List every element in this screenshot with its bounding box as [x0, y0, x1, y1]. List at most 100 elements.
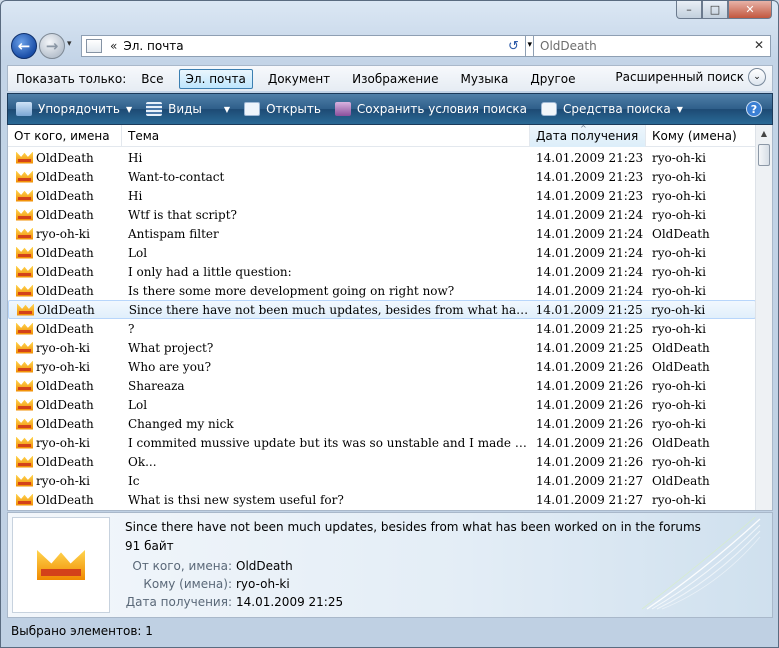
- back-button[interactable]: ←: [11, 33, 37, 59]
- details-from: От кого, имена: OldDeath: [125, 557, 343, 575]
- cell-from-text: OldDeath: [36, 283, 94, 298]
- column-header-to[interactable]: Кому (имена): [646, 125, 756, 147]
- details-to: Кому (имена): ryo-oh-ki: [125, 575, 343, 593]
- cell-date: 14.01.2009 21:23: [536, 150, 644, 165]
- search-tools-icon: [541, 102, 558, 116]
- cell-to: ryo-oh-ki: [652, 245, 706, 260]
- cell-subject: Shareaza: [128, 378, 185, 393]
- table-row[interactable]: ryo-oh-ki Antispam filter 14.01.2009 21:24…: [8, 224, 756, 243]
- table-row[interactable]: OldDeath I only had a little question: 14.…: [8, 262, 756, 281]
- chevron-down-icon: ⌄: [748, 68, 766, 86]
- filter-all[interactable]: Все: [134, 69, 170, 89]
- breadcrumb-overflow[interactable]: «: [110, 39, 117, 53]
- open-button[interactable]: Открыть: [244, 102, 321, 116]
- table-row[interactable]: ryo-oh-ki I commited mussive update but i…: [8, 433, 756, 452]
- cell-subject: Lol: [128, 245, 148, 260]
- dropdown-arrow-icon: ▼: [676, 104, 683, 114]
- close-button[interactable]: ✕: [728, 1, 772, 19]
- details-from-label: От кого, имена:: [132, 559, 232, 573]
- filter-image[interactable]: Изображение: [345, 69, 445, 89]
- cell-to: ryo-oh-ki: [652, 416, 706, 431]
- details-from-value[interactable]: OldDeath: [236, 559, 293, 573]
- table-row[interactable]: OldDeath What is thsi new system useful f…: [8, 490, 756, 509]
- column-header-from[interactable]: От кого, имена: [8, 125, 122, 147]
- table-row[interactable]: OldDeath Hi 14.01.2009 21:23 ryo-oh-ki: [8, 186, 756, 205]
- maximize-button[interactable]: □: [702, 1, 728, 19]
- message-icon: [16, 189, 33, 202]
- cell-from: ryo-oh-ki: [8, 227, 122, 241]
- table-row[interactable]: OldDeath Wtf is that script? 14.01.2009 21…: [8, 205, 756, 224]
- filter-email[interactable]: Эл. почта: [178, 68, 253, 89]
- address-dropdown-icon[interactable]: ▾: [527, 40, 532, 50]
- filter-other[interactable]: Другое: [523, 69, 582, 89]
- cell-subject: Hi: [128, 188, 143, 203]
- forward-button[interactable]: →: [39, 33, 65, 59]
- table-row[interactable]: ryo-oh-ki Who are you? 14.01.2009 21:26 Old…: [8, 357, 756, 376]
- cell-subject: ?: [128, 321, 135, 336]
- column-header-subject[interactable]: Тема: [122, 125, 530, 147]
- cell-to: ryo-oh-ki: [652, 492, 706, 507]
- cell-from: OldDeath: [8, 493, 122, 507]
- table-row[interactable]: OldDeath Changed my nick 14.01.2009 21:26 r…: [8, 414, 756, 433]
- help-icon[interactable]: ?: [746, 101, 762, 117]
- table-row[interactable]: ryo-oh-ki What project? 14.01.2009 21:25 Ol…: [8, 338, 756, 357]
- cell-to: OldDeath: [652, 226, 710, 241]
- address-bar[interactable]: « Эл. почта ▾: [81, 35, 537, 57]
- minimize-button[interactable]: –: [676, 1, 702, 19]
- table-row[interactable]: OldDeath Hi 14.01.2009 21:23 ryo-oh-ki: [8, 148, 756, 167]
- cell-date: 14.01.2009 21:26: [536, 378, 644, 393]
- cell-to: ryo-oh-ki: [652, 397, 706, 412]
- views-button[interactable]: Виды ▼: [146, 102, 230, 116]
- table-row[interactable]: OldDeath Want-to-contact 14.01.2009 21:23 r…: [8, 167, 756, 186]
- cell-subject: Want-to-contact: [128, 169, 225, 184]
- advanced-search-button[interactable]: Расширенный поиск ⌄: [615, 68, 766, 86]
- scroll-thumb[interactable]: [758, 144, 770, 166]
- details-to-label: Кому (имена):: [143, 577, 232, 591]
- table-row[interactable]: OldDeath Is there some more development g…: [8, 281, 756, 300]
- details-properties: От кого, имена: OldDeath Кому (имена): r…: [125, 557, 343, 611]
- cell-from: OldDeath: [8, 246, 122, 260]
- table-row[interactable]: ryo-oh-ki Ic 14.01.2009 21:27 OldDeath: [8, 471, 756, 490]
- filter-document[interactable]: Документ: [261, 69, 337, 89]
- cell-from: OldDeath: [8, 151, 122, 165]
- message-rows: OldDeath Hi 14.01.2009 21:23 ryo-oh-ki OldDe…: [8, 148, 756, 509]
- column-header-date-label: Дата получения: [536, 129, 639, 143]
- save-search-button[interactable]: Сохранить условия поиска: [334, 102, 527, 116]
- scroll-up-icon[interactable]: ▲: [756, 125, 772, 142]
- table-row[interactable]: OldDeath? 14.01.2009 21:25 ryo-oh-ki: [8, 319, 756, 338]
- search-input[interactable]: OldDeath ✕: [533, 35, 771, 57]
- cell-to: ryo-oh-ki: [652, 283, 706, 298]
- filter-music[interactable]: Музыка: [453, 69, 515, 89]
- cell-subject: I only had a little question:: [128, 264, 292, 279]
- cell-to: OldDeath: [652, 473, 710, 488]
- filter-bar: Показать только: Все Эл. почта Документ …: [7, 65, 773, 91]
- search-input-value: OldDeath: [540, 39, 597, 53]
- cell-date: 14.01.2009 21:24: [536, 283, 644, 298]
- cell-from-text: OldDeath: [36, 150, 94, 165]
- cell-date: 14.01.2009 21:26: [536, 359, 644, 374]
- table-row[interactable]: OldDeath Lol 14.01.2009 21:24 ryo-oh-ki: [8, 243, 756, 262]
- table-row[interactable]: OldDeath Ok... 14.01.2009 21:26 ryo-oh-ki: [8, 452, 756, 471]
- recent-pages-dropdown[interactable]: ▾: [67, 39, 72, 49]
- table-row[interactable]: OldDeath Lol 14.01.2009 21:26 ryo-oh-ki: [8, 395, 756, 414]
- cell-from: ryo-oh-ki: [8, 474, 122, 488]
- table-row[interactable]: OldDeath Shareaza 14.01.2009 21:26 ryo-oh-k…: [8, 376, 756, 395]
- cell-subject: Hi: [128, 150, 143, 165]
- cell-subject: Wtf is that script?: [128, 207, 237, 222]
- cell-subject: Changed my nick: [128, 416, 234, 431]
- vertical-scrollbar[interactable]: ▲: [755, 125, 772, 510]
- details-to-value[interactable]: ryo-oh-ki: [236, 577, 290, 591]
- table-row[interactable]: OldDeath Since there have not been much u…: [8, 300, 756, 319]
- details-date-value[interactable]: 14.01.2009 21:25: [236, 595, 343, 609]
- organize-button[interactable]: Упорядочить ▼: [16, 102, 132, 116]
- cell-from-text: OldDeath: [36, 416, 94, 431]
- message-icon: [17, 303, 34, 316]
- refresh-button[interactable]: ↺: [502, 35, 526, 57]
- clear-search-icon[interactable]: ✕: [754, 38, 764, 52]
- column-header-date[interactable]: ^ Дата получения: [530, 125, 646, 147]
- search-tools-button[interactable]: Средства поиска ▼: [541, 102, 683, 116]
- breadcrumb-email[interactable]: Эл. почта: [123, 39, 183, 53]
- cell-date: 14.01.2009 21:24: [536, 207, 644, 222]
- save-search-icon: [334, 102, 351, 116]
- cell-subject: What project?: [128, 340, 214, 355]
